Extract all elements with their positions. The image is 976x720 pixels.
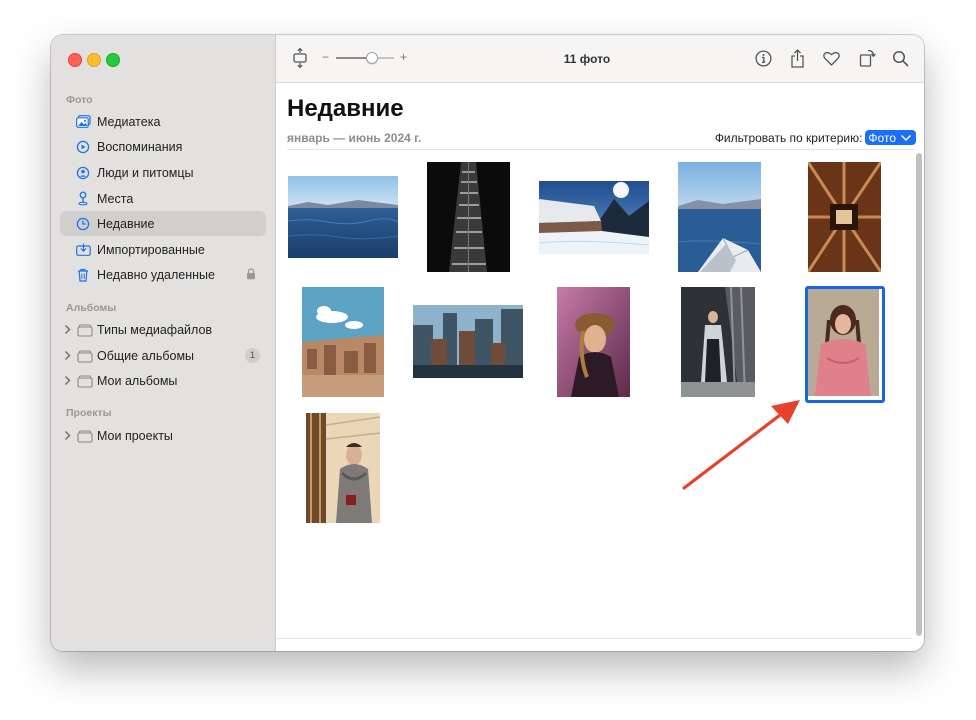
count-badge: 1	[245, 348, 260, 363]
chevron-right-icon[interactable]	[63, 350, 72, 361]
sidebar-item-label: Импортированные	[97, 242, 205, 257]
sidebar: Фото Медиатека Воспоминания Люди и питом…	[51, 35, 276, 651]
sidebar-item-label: Люди и питомцы	[97, 165, 194, 180]
sidebar-item-label: Места	[97, 191, 134, 206]
recents-icon	[75, 216, 91, 232]
sidebar-item-library[interactable]: Медиатека	[60, 109, 266, 134]
chevron-right-icon[interactable]	[63, 375, 72, 386]
sidebar-item-my-albums[interactable]: Мои альбомы	[60, 368, 266, 393]
filter-label: Фильтровать по критерию:	[714, 130, 863, 145]
divider	[287, 149, 914, 150]
places-icon	[75, 191, 91, 207]
main-content: Недавние январь — июнь 2024 г. Фильтрова…	[276, 83, 924, 651]
sidebar-item-label: Недавно удаленные	[97, 267, 215, 282]
photo-thumbnail[interactable]	[808, 162, 881, 272]
divider	[276, 638, 912, 639]
people-icon	[75, 165, 91, 181]
sidebar-section-title-albums: Альбомы	[66, 302, 117, 314]
filter-popup-button[interactable]: Фото	[865, 130, 916, 145]
sidebar-item-memories[interactable]: Воспоминания	[60, 134, 266, 159]
sidebar-item-my-projects[interactable]: Мои проекты	[60, 423, 266, 448]
sidebar-item-label: Мои альбомы	[97, 373, 178, 388]
sidebar-item-places[interactable]: Места	[60, 186, 266, 211]
folder-icon	[77, 349, 93, 363]
sidebar-section-title-projects: Проекты	[66, 407, 112, 419]
rotate-icon[interactable]	[856, 47, 878, 69]
filter-value: Фото	[868, 130, 896, 145]
photo-thumbnail[interactable]	[306, 413, 380, 523]
trash-icon	[75, 267, 91, 283]
photo-thumbnail[interactable]	[678, 162, 761, 272]
search-icon[interactable]	[889, 47, 911, 69]
info-icon[interactable]	[752, 47, 774, 69]
sidebar-item-label: Медиатека	[97, 114, 161, 129]
sidebar-item-recently-deleted[interactable]: Недавно удаленные	[60, 262, 266, 287]
sidebar-item-label: Недавние	[97, 216, 155, 231]
photo-thumbnail[interactable]	[413, 305, 523, 378]
sidebar-item-shared-albums[interactable]: Общие альбомы 1	[60, 343, 266, 368]
zoom-window-button[interactable]	[106, 53, 120, 67]
favorite-icon[interactable]	[820, 47, 842, 69]
chevron-right-icon[interactable]	[63, 430, 72, 441]
sidebar-section-title-photos: Фото	[66, 94, 93, 106]
imports-icon	[75, 242, 91, 258]
photo-library-icon	[75, 114, 91, 130]
toolbar: − + 11 фото	[276, 35, 924, 83]
folder-icon	[77, 323, 93, 337]
scrollbar[interactable]	[916, 153, 922, 636]
lock-icon	[246, 268, 256, 283]
sidebar-item-label: Типы медиафайлов	[97, 322, 213, 337]
date-range: январь — июнь 2024 г.	[287, 131, 422, 145]
photos-window: Фото Медиатека Воспоминания Люди и питом…	[51, 35, 924, 651]
minimize-window-button[interactable]	[87, 53, 101, 67]
selection-highlight	[805, 286, 885, 403]
close-window-button[interactable]	[68, 53, 82, 67]
chevron-down-icon	[900, 134, 912, 141]
photo-thumbnail[interactable]	[557, 287, 630, 397]
filter-control: Фильтровать по критерию: Фото	[715, 130, 916, 145]
sidebar-item-label: Общие альбомы	[97, 348, 195, 363]
memories-icon	[75, 139, 91, 155]
sidebar-item-recents[interactable]: Недавние	[60, 211, 266, 236]
sidebar-item-media-types[interactable]: Типы медиафайлов	[60, 317, 266, 342]
page-title: Недавние	[287, 95, 404, 122]
sidebar-item-imports[interactable]: Импортированные	[60, 237, 266, 262]
photo-thumbnail[interactable]	[288, 176, 398, 258]
photo-thumbnail[interactable]	[302, 287, 384, 397]
share-icon[interactable]	[786, 47, 808, 69]
sidebar-item-label: Мои проекты	[97, 428, 173, 443]
photo-thumbnail[interactable]	[681, 287, 755, 397]
sidebar-item-label: Воспоминания	[97, 139, 183, 154]
photo-thumbnail[interactable]	[539, 181, 649, 254]
folder-icon	[77, 429, 93, 443]
photo-thumbnail[interactable]	[427, 162, 510, 272]
chevron-right-icon[interactable]	[63, 324, 72, 335]
folder-icon	[77, 374, 93, 388]
sidebar-item-people[interactable]: Люди и питомцы	[60, 160, 266, 185]
